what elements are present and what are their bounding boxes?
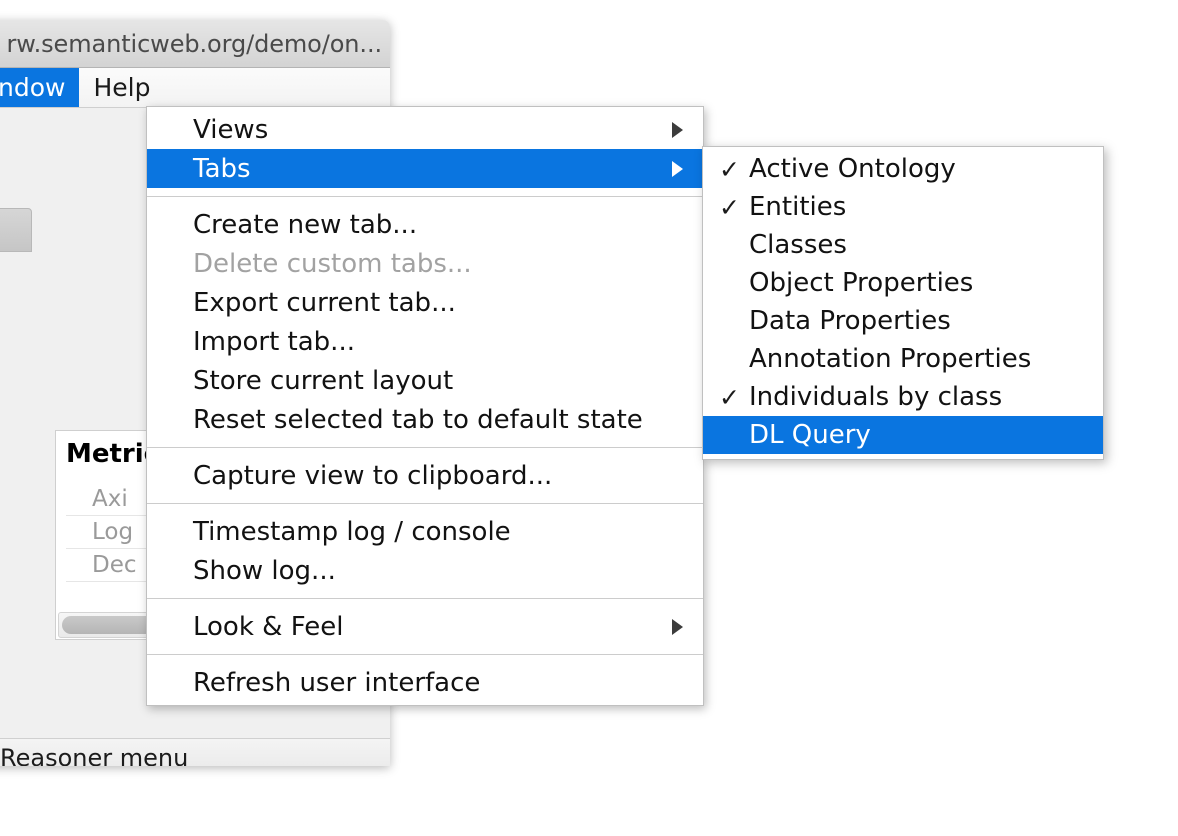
menu-separator (147, 196, 703, 197)
submenu-item-annotation-properties[interactable]: Annotation Properties (703, 340, 1103, 378)
submenu-item-label: Entities (749, 192, 847, 222)
window-dropdown-menu: Views Tabs Create new tab... Delete cust… (146, 106, 704, 706)
submenu-item-dl-query[interactable]: DL Query (703, 416, 1103, 454)
submenu-item-active-ontology[interactable]: Active Ontology (703, 150, 1103, 188)
submenu-item-label: Data Properties (749, 306, 951, 336)
menu-separator (147, 598, 703, 599)
menu-item-refresh-user-interface[interactable]: Refresh user interface (147, 663, 703, 702)
tabs-submenu: Active Ontology Entities Classes Object … (702, 146, 1104, 460)
menu-item-capture-view-to-clipboard[interactable]: Capture view to clipboard... (147, 456, 703, 495)
chevron-right-icon (672, 160, 683, 177)
menu-separator (147, 447, 703, 448)
menu-item-import-tab[interactable]: Import tab... (147, 322, 703, 361)
menu-item-tabs[interactable]: Tabs (147, 149, 703, 188)
submenu-item-label: Annotation Properties (749, 344, 1032, 374)
menu-group-refresh: Refresh user interface (147, 660, 703, 705)
menu-item-views[interactable]: Views (147, 110, 703, 149)
submenu-item-individuals-by-class[interactable]: Individuals by class (703, 378, 1103, 416)
submenu-item-label: Object Properties (749, 268, 974, 298)
window-title: rw.semanticweb.org/demo/on... (6, 29, 383, 58)
chevron-right-icon (672, 618, 683, 635)
menu-group-look-and-feel: Look & Feel (147, 604, 703, 649)
menu-item-label: Tabs (193, 153, 251, 184)
checkmark-icon (719, 193, 747, 222)
menu-item-reset-selected-tab[interactable]: Reset selected tab to default state (147, 400, 703, 439)
menu-separator (147, 654, 703, 655)
menu-group-tab-actions: Create new tab... Delete custom tabs... … (147, 202, 703, 442)
menu-item-create-new-tab[interactable]: Create new tab... (147, 205, 703, 244)
menubar-item-window[interactable]: Window (0, 68, 80, 107)
menu-item-label: Views (193, 114, 269, 145)
menu-item-show-log[interactable]: Show log... (147, 551, 703, 590)
menu-item-store-current-layout[interactable]: Store current layout (147, 361, 703, 400)
window-titlebar: rw.semanticweb.org/demo/on... (0, 20, 390, 68)
submenu-item-classes[interactable]: Classes (703, 226, 1103, 264)
menu-item-delete-custom-tabs: Delete custom tabs... (193, 248, 472, 279)
submenu-item-entities[interactable]: Entities (703, 188, 1103, 226)
reasoner-menu-label[interactable]: Reasoner menu (0, 744, 188, 767)
chevron-right-icon (672, 121, 683, 138)
menu-group-capture: Capture view to clipboard... (147, 453, 703, 498)
submenu-item-label: Active Ontology (749, 154, 956, 184)
submenu-item-data-properties[interactable]: Data Properties (703, 302, 1103, 340)
menu-item-look-and-feel[interactable]: Look & Feel (147, 607, 703, 646)
menu-group-log: Timestamp log / console Show log... (147, 509, 703, 593)
menubar-item-help[interactable]: Help (79, 68, 164, 107)
submenu-item-label: Individuals by class (749, 382, 1003, 412)
status-bar: Reasoner menu (0, 738, 390, 766)
menu-item-label: Look & Feel (193, 611, 344, 642)
submenu-item-label: DL Query (749, 420, 871, 450)
menu-bar: Refactor Window Help (0, 68, 390, 108)
checkmark-icon (719, 155, 747, 184)
menu-group-views: Views Tabs (147, 107, 703, 191)
checkmark-icon (719, 383, 747, 412)
menu-item-export-current-tab[interactable]: Export current tab... (147, 283, 703, 322)
menu-separator (147, 503, 703, 504)
submenu-item-object-properties[interactable]: Object Properties (703, 264, 1103, 302)
submenu-item-label: Classes (749, 230, 847, 260)
menu-item-timestamp-log-console[interactable]: Timestamp log / console (147, 512, 703, 551)
tab-individuals-by-class[interactable]: by class × (0, 208, 32, 252)
